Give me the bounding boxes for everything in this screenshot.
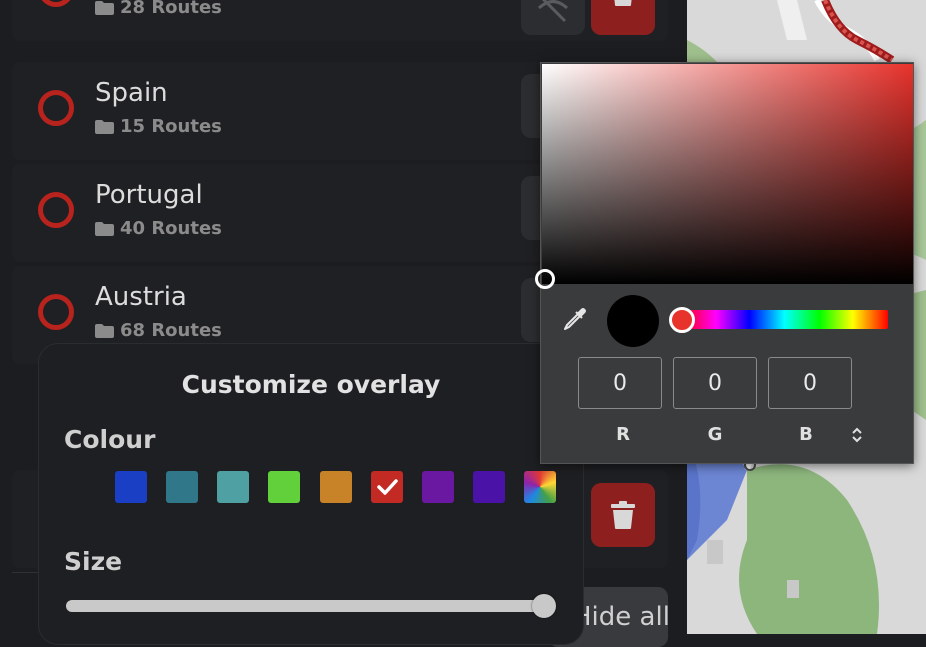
route-count: 15 Routes [95,116,222,137]
color-picker-popup: R G B [535,62,914,464]
overlay-color-ring-icon[interactable] [38,192,74,228]
route-count: 28 Routes [95,0,222,18]
route-count: 68 Routes [95,320,222,341]
overlay-color-ring-icon[interactable] [38,0,74,7]
route-group-row[interactable]: 28 Routes [12,0,668,41]
customize-title: Customize overlay [181,370,441,399]
colour-swatch-cyan[interactable] [217,471,249,503]
trash-icon [614,0,632,6]
toggle-visibility-button[interactable] [521,0,585,35]
route-group-name: Spain [95,78,168,108]
folder-icon [95,323,114,338]
delete-button[interactable] [591,483,655,547]
red-label: R [616,424,630,445]
color-preview-swatch [607,295,659,347]
colour-label: Colour [64,425,156,454]
eye-off-icon [537,0,569,23]
eyedropper-icon[interactable] [561,305,589,333]
size-slider-track[interactable] [66,600,544,612]
delete-button[interactable] [591,0,655,35]
colour-swatch-red[interactable] [371,471,403,503]
format-toggle-icon[interactable] [849,425,865,445]
route-count-label: 15 Routes [120,116,222,137]
colour-swatch-orange[interactable] [320,471,352,503]
folder-icon [95,0,114,15]
route-count-label: 40 Routes [120,218,222,239]
green-label: G [707,424,723,445]
green-value-input[interactable] [673,357,757,409]
saturation-thumb[interactable] [535,269,555,289]
folder-icon [95,221,114,236]
size-label: Size [64,547,123,576]
hue-slider-thumb[interactable] [669,307,695,333]
overlay-color-ring-icon[interactable] [38,294,74,330]
route-count: 40 Routes [95,218,222,239]
red-value-input[interactable] [578,357,662,409]
blue-label: B [799,424,813,445]
hue-slider[interactable] [681,310,888,329]
route-group-name: Austria [95,282,187,312]
size-slider-thumb[interactable] [532,594,556,618]
overlay-color-ring-icon[interactable] [38,90,74,126]
trash-icon [611,501,635,529]
colour-swatch-teal[interactable] [166,471,198,503]
colour-swatch-purple[interactable] [422,471,454,503]
customize-overlay-panel: Customize overlay Colour Size [38,343,584,645]
colour-swatch-indigo[interactable] [473,471,505,503]
route-group-name: Portugal [95,180,203,210]
route-count-label: 68 Routes [120,320,222,341]
check-icon [377,479,398,495]
colour-swatch-blue[interactable] [115,471,147,503]
colour-swatch-custom[interactable] [524,471,556,503]
blue-value-input[interactable] [768,357,852,409]
route-count-label: 28 Routes [120,0,222,18]
folder-icon [95,119,114,134]
colour-swatch-green[interactable] [268,471,300,503]
saturation-area[interactable] [535,64,913,289]
